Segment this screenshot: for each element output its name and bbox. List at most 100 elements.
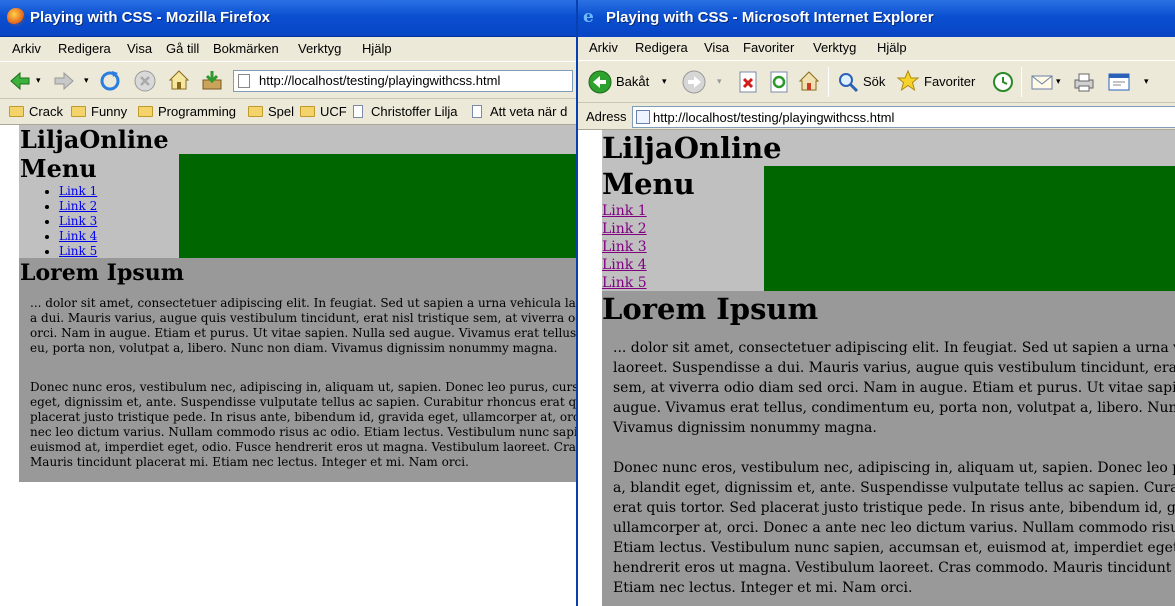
ie-address-field[interactable]: http://localhost/testing/playingwithcss.… [632, 106, 1175, 128]
download-icon[interactable] [200, 68, 224, 92]
edit-dropdown-icon[interactable]: ▾ [1144, 76, 1149, 87]
menu-ga-till[interactable]: Gå till [166, 41, 199, 56]
ie-menubar: Arkiv Redigera Visa Favoriter Verktyg Hj… [578, 37, 1175, 60]
toolbar-separator [828, 67, 829, 97]
bookmark-label: Crack [29, 104, 63, 119]
folder-icon [9, 106, 24, 117]
text-line: eu, porta non, volutpat a, libero. Nunc … [30, 341, 558, 355]
menu-visa[interactable]: Visa [704, 40, 729, 55]
bookmark-label: Att veta när d [490, 104, 568, 119]
window-title: Playing with CSS - Microsoft Internet Ex… [606, 9, 934, 26]
page-icon [636, 110, 650, 124]
menu-link-1[interactable]: Link 1 [602, 202, 647, 220]
bookmark-christoffer-lilja[interactable]: Christoffer Lilja [353, 104, 457, 119]
menu-favoriter[interactable]: Favoriter [743, 40, 794, 55]
menu-visa[interactable]: Visa [127, 41, 152, 56]
menu-hjalp[interactable]: Hjälp [362, 41, 392, 56]
bookmark-programming[interactable]: Programming [138, 104, 236, 119]
ie-page-content: LiljaOnline Menu Link 1 Link 2 Link 3 Li… [578, 130, 1175, 606]
window-title: Playing with CSS - Mozilla Firefox [30, 9, 271, 26]
search-button-label[interactable]: Sök [863, 74, 885, 89]
home-icon[interactable] [797, 69, 821, 93]
firefox-titlebar[interactable]: Playing with CSS - Mozilla Firefox [0, 0, 578, 37]
favorites-button-label[interactable]: Favoriter [924, 74, 975, 89]
menu-list: Link 1 Link 2 Link 3 Link 4 Link 5 [602, 202, 647, 292]
favorites-star-icon[interactable] [896, 69, 920, 93]
page-icon [238, 74, 250, 88]
lorem-section: Lorem Ipsum ... dolor sit amet, consecte… [602, 291, 1175, 606]
text-line: Etiam nec lectus. Integer et mi. Nam orc… [613, 580, 913, 596]
text-line: orci. Nam in augue. Etiam et purus. Ut v… [30, 326, 578, 340]
back-button-label[interactable]: Bakåt [616, 74, 649, 89]
mail-dropdown-icon[interactable]: ▾ [1056, 76, 1061, 87]
bookmark-crack[interactable]: Crack [9, 104, 63, 119]
refresh-icon[interactable] [767, 70, 791, 94]
menu-link-3[interactable]: Link 3 [59, 214, 97, 229]
folder-icon [248, 106, 263, 117]
text-line: nec leo dictum varius. Nullam commodo ri… [30, 425, 578, 439]
menu-verktyg[interactable]: Verktyg [298, 41, 341, 56]
forward-arrow-icon[interactable] [52, 69, 76, 93]
menu-link-2[interactable]: Link 2 [602, 220, 647, 238]
text-line: placerat justo tristique pede. In risus … [30, 410, 578, 424]
bookmark-ucf[interactable]: UCF [300, 104, 347, 119]
menu-list-item: Link 1 [59, 184, 97, 199]
lorem-heading: Lorem Ipsum [20, 260, 185, 286]
menu-arkiv[interactable]: Arkiv [589, 40, 618, 55]
menu-link-1[interactable]: Link 1 [59, 184, 97, 199]
menu-redigera[interactable]: Redigera [58, 41, 111, 56]
menu-column: Menu Link 1 Link 2 Link 3 Link 4 Link 5 [19, 154, 179, 258]
bookmark-label: UCF [320, 104, 347, 119]
back-arrow-icon[interactable] [8, 69, 32, 93]
menu-list-item: Link 2 [59, 199, 97, 214]
green-banner [764, 166, 1175, 291]
back-arrow-icon[interactable] [588, 70, 612, 94]
lorem-heading: Lorem Ipsum [602, 292, 819, 326]
firefox-page-content: LiljaOnline Menu Link 1 Link 2 Link 3 Li… [0, 125, 578, 606]
text-line: Donec nunc eros, vestibulum nec, adipisc… [30, 380, 578, 394]
text-line: sem, at viverra odio diam sed orci. Nam … [613, 380, 1175, 396]
menu-list-item: Link 3 [59, 214, 97, 229]
menu-link-2[interactable]: Link 2 [59, 199, 97, 214]
mail-icon[interactable] [1030, 70, 1054, 94]
forward-dropdown-icon[interactable]: ▾ [717, 76, 722, 87]
menu-arkiv[interactable]: Arkiv [12, 41, 41, 56]
history-icon[interactable] [991, 70, 1015, 94]
home-icon[interactable] [167, 68, 191, 92]
menu-link-4[interactable]: Link 4 [59, 229, 97, 244]
bookmark-spel[interactable]: Spel [248, 104, 294, 119]
menu-bokmarken[interactable]: Bokmärken [213, 41, 279, 56]
firefox-address-field[interactable]: http://localhost/testing/playingwithcss.… [233, 70, 573, 92]
menu-hjalp[interactable]: Hjälp [877, 40, 907, 55]
lorem-paragraph-1: ... dolor sit amet, consectetuer adipisc… [613, 338, 1175, 438]
forward-arrow-icon[interactable] [682, 70, 706, 94]
print-icon[interactable] [1072, 70, 1096, 94]
stop-icon[interactable] [133, 69, 157, 93]
menu-link-5[interactable]: Link 5 [59, 244, 97, 259]
forward-dropdown-icon[interactable]: ▾ [84, 76, 89, 86]
menu-link-5[interactable]: Link 5 [602, 274, 647, 292]
ie-titlebar[interactable]: e Playing with CSS - Microsoft Internet … [578, 0, 1175, 37]
menu-heading: Menu [602, 167, 695, 201]
ie-address-bar: Adress http://localhost/testing/playingw… [578, 102, 1175, 130]
firefox-url-text: http://localhost/testing/playingwithcss.… [259, 73, 501, 88]
back-dropdown-icon[interactable]: ▾ [662, 76, 667, 87]
menu-verktyg[interactable]: Verktyg [813, 40, 856, 55]
ie-window: e Playing with CSS - Microsoft Internet … [576, 0, 1175, 606]
edit-icon[interactable] [1107, 70, 1131, 94]
firefox-logo-icon [7, 8, 25, 26]
menu-redigera[interactable]: Redigera [635, 40, 688, 55]
reload-icon[interactable] [98, 69, 122, 93]
bookmark-label: Funny [91, 104, 128, 119]
menu-link-3[interactable]: Link 3 [602, 238, 647, 256]
folder-icon [300, 106, 315, 117]
bookmark-att-veta[interactable]: Att veta när d [472, 104, 567, 119]
search-icon[interactable] [836, 70, 860, 94]
menu-link-4[interactable]: Link 4 [602, 256, 647, 274]
text-line: Mauris tincidunt placerat mi. Etiam nec … [30, 455, 469, 469]
back-dropdown-icon[interactable]: ▾ [36, 76, 41, 86]
bookmark-label: Christoffer Lilja [371, 104, 458, 119]
stop-icon[interactable] [736, 70, 760, 94]
folder-icon [138, 106, 153, 117]
bookmark-funny[interactable]: Funny [71, 104, 127, 119]
